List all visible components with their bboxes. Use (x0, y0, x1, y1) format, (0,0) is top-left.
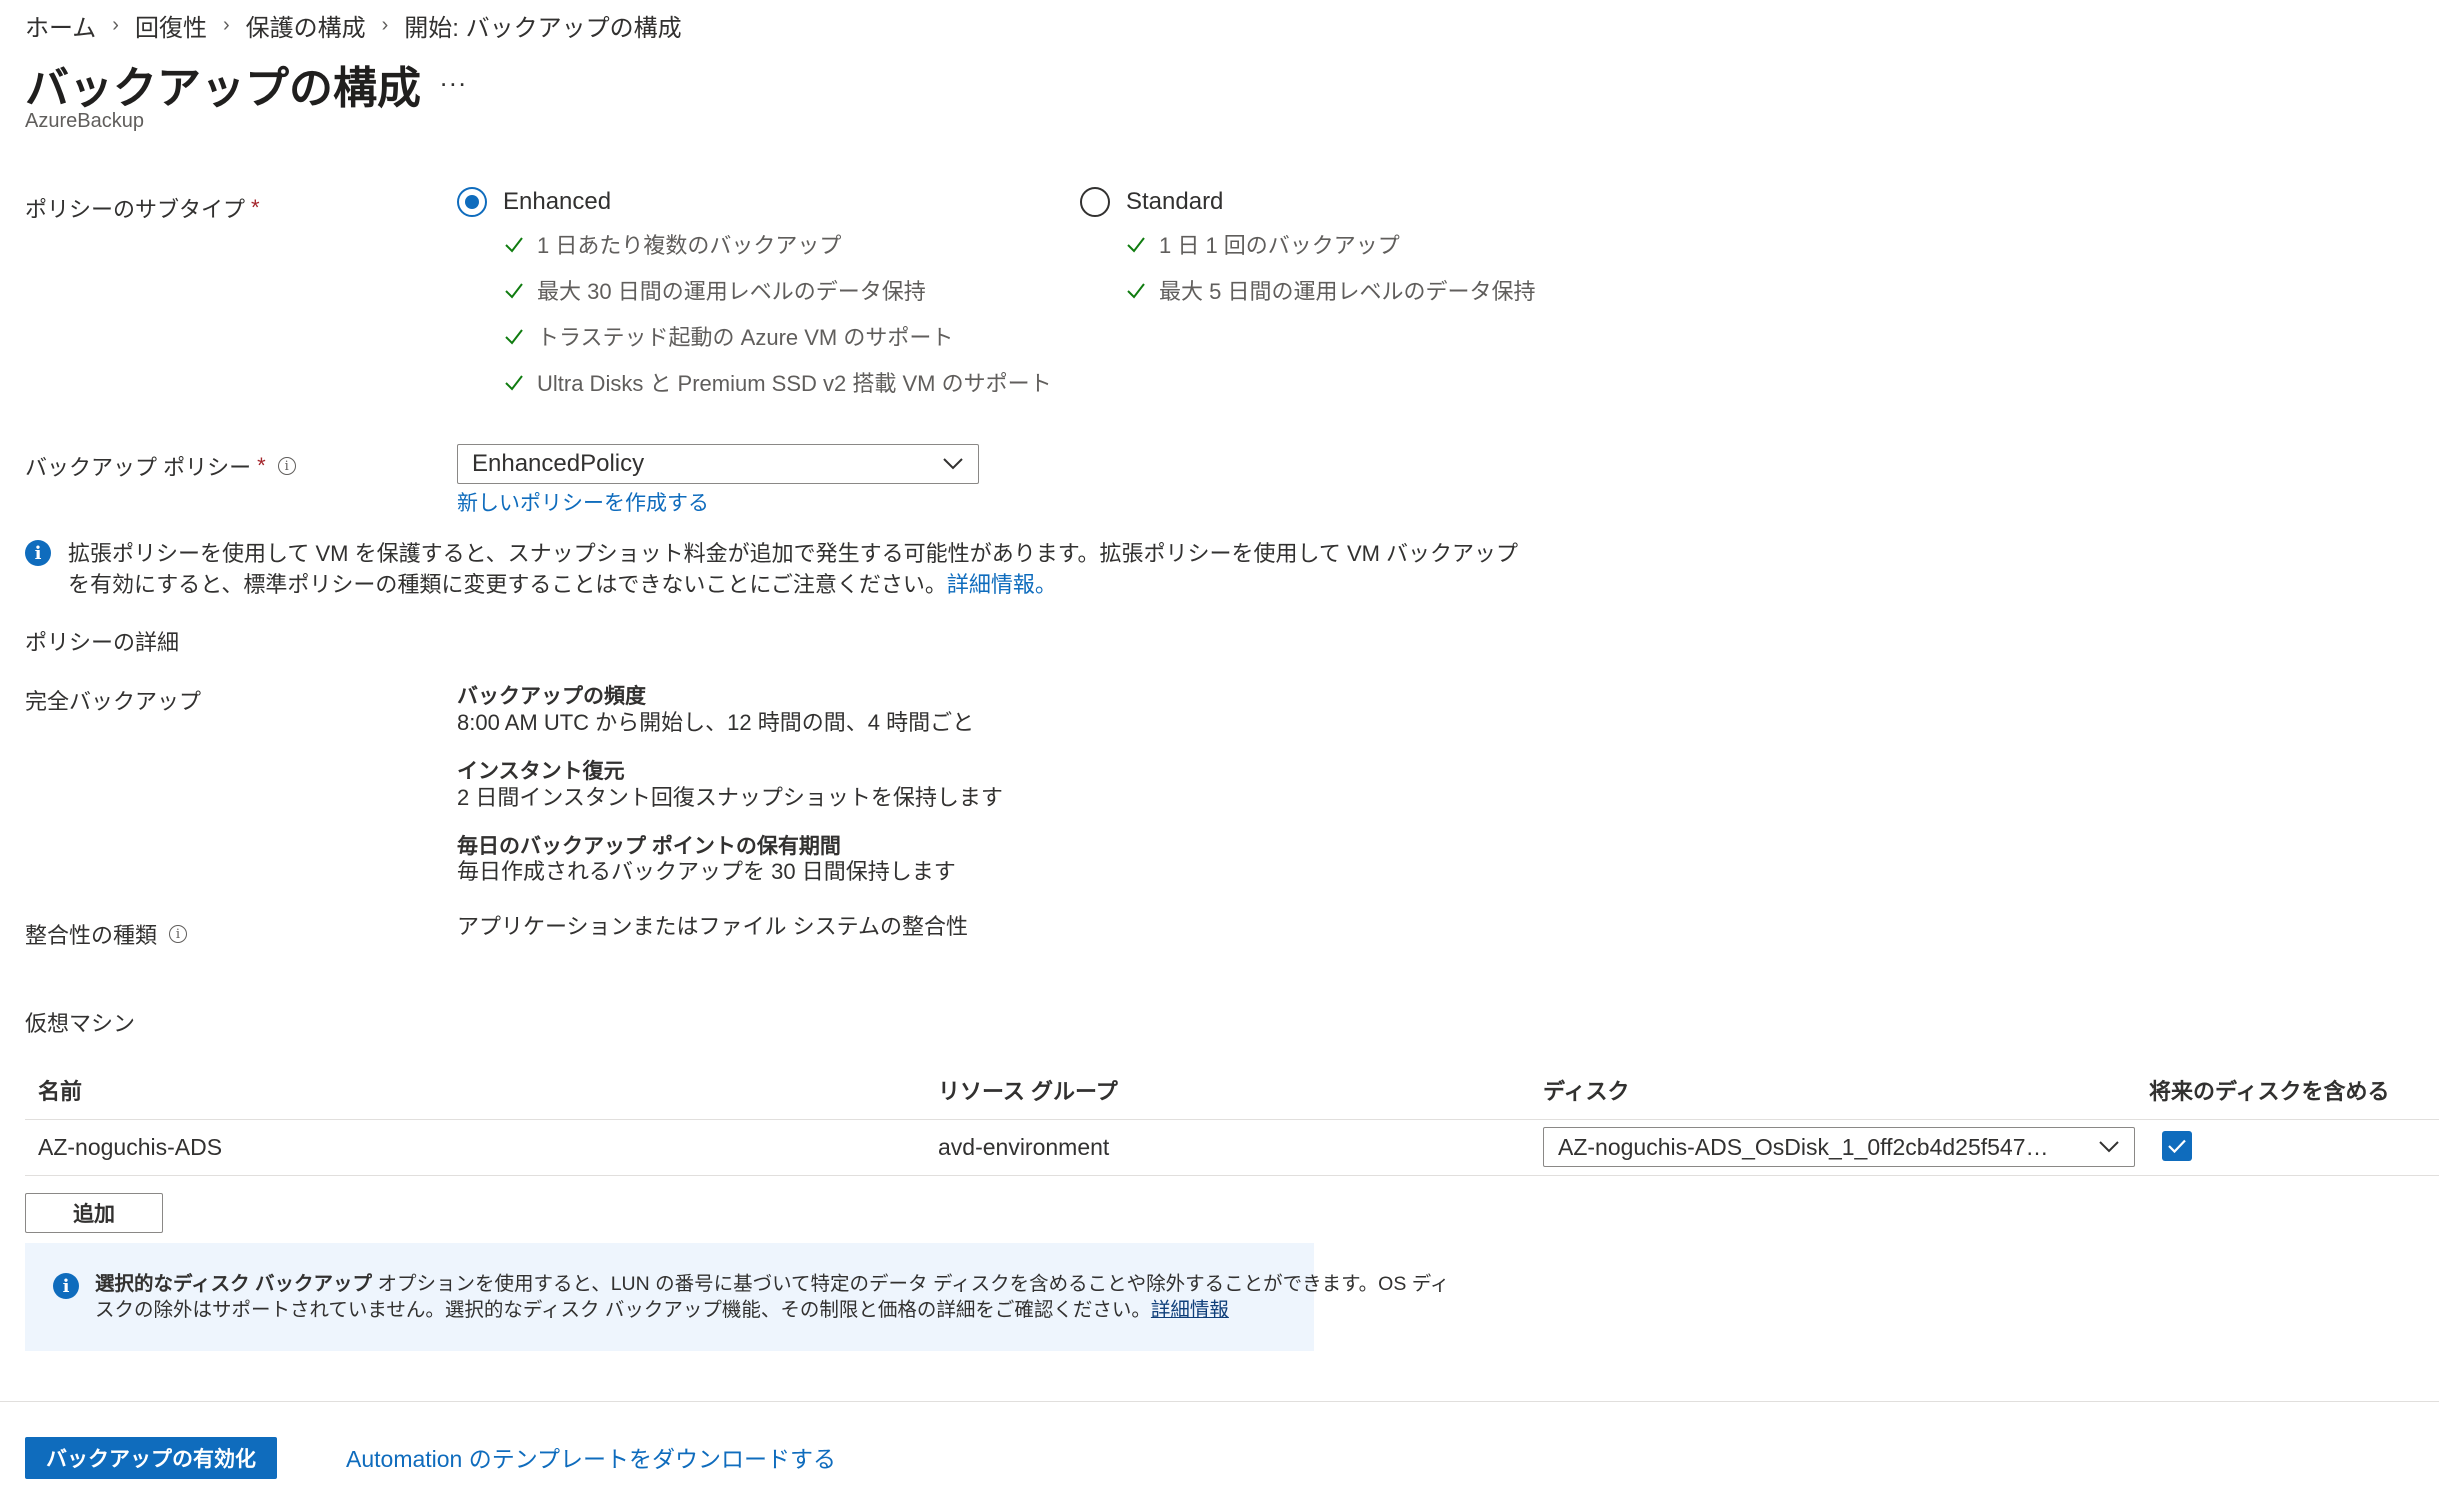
selective-learn-more-link[interactable]: 詳細情報 (1151, 1299, 1229, 1321)
backup-policy-dropdown[interactable]: EnhancedPolicy (457, 444, 979, 484)
checkmark-icon (505, 329, 523, 345)
footer-divider (0, 1401, 2439, 1402)
info-icon: i (53, 1273, 79, 1299)
enhanced-feature: 1 日あたり複数のバックアップ (503, 228, 841, 260)
add-button[interactable]: 追加 (25, 1193, 163, 1233)
backup-policy-value: EnhancedPolicy (472, 450, 645, 477)
create-policy-link[interactable]: 新しいポリシーを作成する (457, 487, 709, 517)
chevron-down-icon (943, 458, 963, 470)
disk-dropdown[interactable]: AZ-noguchis-ADS_OsDisk_1_0ff2cb4d25f547… (1543, 1127, 2135, 1167)
consistency-value: アプリケーションまたはファイル システムの整合性 (457, 914, 969, 939)
chevron-right-icon: › (222, 14, 230, 36)
radio-enhanced-label: Enhanced (503, 188, 612, 215)
consistency-label: 整合性の種類 i (25, 918, 188, 950)
vm-resource-group: avd-environment (938, 1134, 1110, 1160)
required-marker: * (251, 195, 260, 220)
checkmark-icon (505, 283, 523, 299)
enable-backup-button[interactable]: バックアップの有効化 (25, 1437, 277, 1479)
info-icon[interactable]: i (277, 457, 296, 475)
policy-subtype-label: ポリシーのサブタイプ * (25, 195, 260, 222)
download-template-link[interactable]: Automation のテンプレートをダウンロードする (346, 1440, 836, 1474)
standard-feature: 1 日 1 回のバックアップ (1125, 228, 1400, 260)
backup-policy-label: バックアップ ポリシー * i (25, 450, 296, 482)
required-marker: * (257, 453, 266, 478)
checkmark-icon (1127, 283, 1145, 299)
page-title: バックアップの構成 (25, 64, 421, 113)
table-row-divider (25, 1175, 2439, 1176)
column-header-include-future: 将来のディスクを含める (2149, 1079, 2390, 1104)
column-header-name: 名前 (38, 1079, 83, 1104)
notice-text: 拡張ポリシーを使用して VM を保護すると、スナップショット料金が追加で発生する… (68, 541, 1519, 597)
vm-name: AZ-noguchis-ADS (38, 1134, 223, 1160)
chevron-right-icon: › (112, 14, 119, 36)
column-header-disk: ディスク (1543, 1079, 1630, 1104)
checkmark-icon (1127, 237, 1145, 253)
enhanced-feature: 最大 30 日間の運用レベルのデータ保持 (503, 274, 926, 306)
breadcrumb-configure-protection[interactable]: 保護の構成 (246, 8, 366, 43)
page-subtitle: AzureBackup (25, 110, 144, 132)
selective-disk-text: 選択的なディスク バックアップ オプションを使用すると、LUN の番号に基づいて… (95, 1273, 1450, 1321)
policy-details-heading: ポリシーの詳細 (25, 630, 180, 655)
radio-standard-group[interactable]: Standard (1080, 187, 1223, 217)
frequency-title: バックアップの頻度 (457, 685, 646, 708)
daily-retention-value: 毎日作成されるバックアップを 30 日間保持します (457, 859, 956, 884)
selective-disk-infobox: i 選択的なディスク バックアップ オプションを使用すると、LUN の番号に基づ… (25, 1243, 1449, 1351)
info-icon[interactable]: i (169, 925, 188, 943)
include-future-disks-checkbox[interactable] (2162, 1131, 2192, 1161)
checkmark-icon (505, 375, 523, 391)
enhanced-feature: Ultra Disks と Premium SSD v2 搭載 VM のサポート (503, 366, 1052, 398)
instant-restore-title: インスタント復元 (457, 760, 625, 783)
more-icon[interactable]: ... (440, 62, 468, 93)
breadcrumb: ホーム › 回復性 › 保護の構成 › 開始: バックアップの構成 (25, 8, 682, 43)
chevron-right-icon: › (381, 14, 389, 36)
column-header-resource-group: リソース グループ (938, 1079, 1118, 1104)
vm-heading: 仮想マシン (25, 1011, 136, 1036)
breadcrumb-resiliency[interactable]: 回復性 (135, 8, 207, 43)
disk-value: AZ-noguchis-ADS_OsDisk_1_0ff2cb4d25f547… (1558, 1133, 2049, 1160)
notice-info: i (25, 540, 51, 566)
standard-feature: 最大 5 日間の運用レベルのデータ保持 (1125, 274, 1535, 306)
frequency-value: 8:00 AM UTC から開始し、12 時間の間、4 時間ごと (457, 710, 975, 735)
enhanced-feature: トラステッド起動の Azure VM のサポート (503, 320, 953, 352)
full-backup-label: 完全バックアップ (25, 689, 202, 714)
chevron-down-icon (2099, 1141, 2119, 1153)
radio-enhanced[interactable] (457, 187, 487, 217)
checkmark-icon (2168, 1139, 2186, 1154)
radio-enhanced-group[interactable]: Enhanced (457, 187, 611, 217)
checkmark-icon (505, 237, 523, 253)
notice-learn-more-link[interactable]: 詳細情報。 (947, 572, 1057, 597)
breadcrumb-home[interactable]: ホーム (25, 8, 96, 43)
radio-standard[interactable] (1080, 187, 1110, 217)
breadcrumb-start-backup[interactable]: 開始: バックアップの構成 (404, 8, 681, 43)
radio-standard-label: Standard (1126, 188, 1224, 215)
instant-restore-value: 2 日間インスタント回復スナップショットを保持します (457, 785, 1003, 810)
table-row: AZ-noguchis-ADS avd-environment AZ-noguc… (25, 1120, 2439, 1174)
info-icon: i (25, 540, 51, 566)
